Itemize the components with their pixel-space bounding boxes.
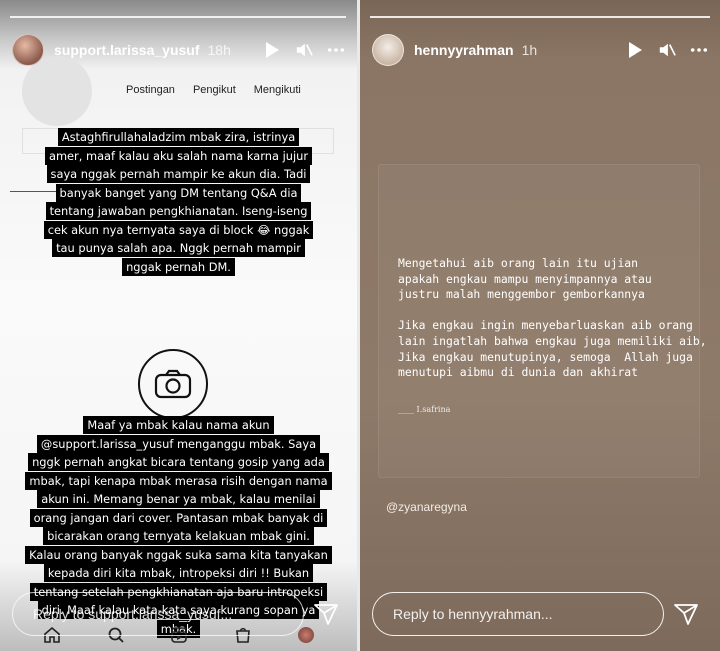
mention-tag[interactable]: @zyanaregyna	[386, 500, 467, 514]
send-icon[interactable]	[672, 600, 700, 628]
more-icon[interactable]	[690, 41, 708, 59]
stat-following-label: Mengikuti	[253, 84, 301, 96]
profile-icon	[298, 627, 315, 643]
right-story-panel[interactable]: hennyyrahman 1h Mengetahui aib orang lai…	[360, 0, 720, 651]
caption-line: saya nggak pernah mampir ke akun dia. Ta…	[46, 165, 311, 183]
caption-line: bicarakan orang ternyata kelakuan mbak g…	[43, 527, 314, 545]
profile-stats: Postingan Pengikut Mengikuti	[126, 84, 301, 96]
story-timestamp: 18h	[207, 42, 231, 58]
quote-line: justru malah menggembor gemborkannya	[398, 287, 645, 302]
caption-line: tentang jawaban pengkhianatan. Iseng-ise…	[45, 202, 312, 220]
story-progress-bar	[370, 16, 710, 18]
quote-line	[398, 303, 698, 319]
quote-line: lain ingatlah bahwa engkau juga memiliki…	[398, 333, 707, 348]
quote-line: apakah engkau mampu menyimpannya atau	[398, 271, 652, 286]
caption-line: @support.larissa_yusuf menganggu mbak. S…	[36, 434, 321, 453]
camera-icon	[138, 349, 208, 419]
caption-line: orang jangan dari cover. Pantasan mbak b…	[29, 508, 328, 527]
caption-line: amer, maaf kalau aku salah nama karna ju…	[44, 146, 313, 165]
mute-icon[interactable]	[295, 41, 313, 59]
reply-placeholder: Reply to support.larissa_yusuf...	[33, 606, 233, 622]
story-timestamp: 1h	[521, 42, 538, 58]
play-icon[interactable]	[263, 41, 281, 59]
more-icon[interactable]	[327, 41, 345, 59]
caption-line: akun ini. Memang benar ya mbak, kalau me…	[37, 490, 320, 508]
caption-line: nggak pernah DM.	[122, 257, 235, 276]
avatar[interactable]	[12, 34, 44, 66]
caption-line: Astaghfirullahaladzim mbak zira, istriny…	[57, 128, 300, 146]
quote-text: Mengetahui aib orang lain itu ujian apaka…	[398, 256, 707, 381]
story-progress-bar	[10, 16, 346, 18]
stat-followers-label: Pengikut	[192, 84, 236, 96]
quote-line: Jika engkau ingin menyebarluaskan aib or…	[398, 318, 693, 333]
quote-signature: ____ I.safrina	[398, 405, 451, 414]
quote-line: Jika engkau menutupinya, semoga Allah ju…	[398, 349, 693, 364]
quote-line: menutupi aibmu di dunia dan akhirat	[398, 365, 639, 380]
caption-top: Astaghfirullahaladzim mbak zira, istriny…	[0, 128, 357, 276]
reply-placeholder: Reply to hennyyrahman...	[393, 606, 553, 622]
caption-line: cek akun nya ternyata saya di block 😂 ng…	[43, 220, 314, 239]
story-username[interactable]: hennyyrahman	[414, 42, 514, 58]
quote-line: Mengetahui aib orang lain itu ujian	[398, 256, 639, 270]
caption-line: tau punya salah apa. Nggk pernah mampir	[52, 239, 305, 257]
caption-line: Maaf ya mbak kalau nama akun	[83, 416, 274, 434]
send-icon[interactable]	[312, 600, 340, 628]
play-icon[interactable]	[626, 41, 644, 59]
story-header: hennyyrahman 1h	[372, 30, 708, 70]
caption-line: banyak banget yang DM tentang Q&A dia	[55, 183, 302, 202]
reply-input[interactable]: Reply to hennyyrahman...	[372, 592, 664, 636]
caption-line: Kalau orang banyak nggak suka sama kita …	[25, 545, 332, 564]
stat-posts-label: Postingan	[126, 84, 175, 96]
caption-line: nggk pernah angkat bicara tentang gosip …	[28, 453, 329, 471]
left-story-panel[interactable]: Postingan Pengikut Mengikuti support.lar…	[0, 0, 357, 651]
mute-icon[interactable]	[658, 41, 676, 59]
reply-input[interactable]: Reply to support.larissa_yusuf...	[12, 592, 304, 636]
avatar[interactable]	[372, 34, 404, 66]
caption-line: mbak, tapi kenapa mbak merasa risih deng…	[25, 471, 332, 490]
caption-line: kepada diri kita mbak, intropeksi diri !…	[43, 564, 314, 582]
story-header: support.larissa_yusuf 18h	[12, 30, 345, 70]
story-username[interactable]: support.larissa_yusuf	[54, 42, 200, 58]
